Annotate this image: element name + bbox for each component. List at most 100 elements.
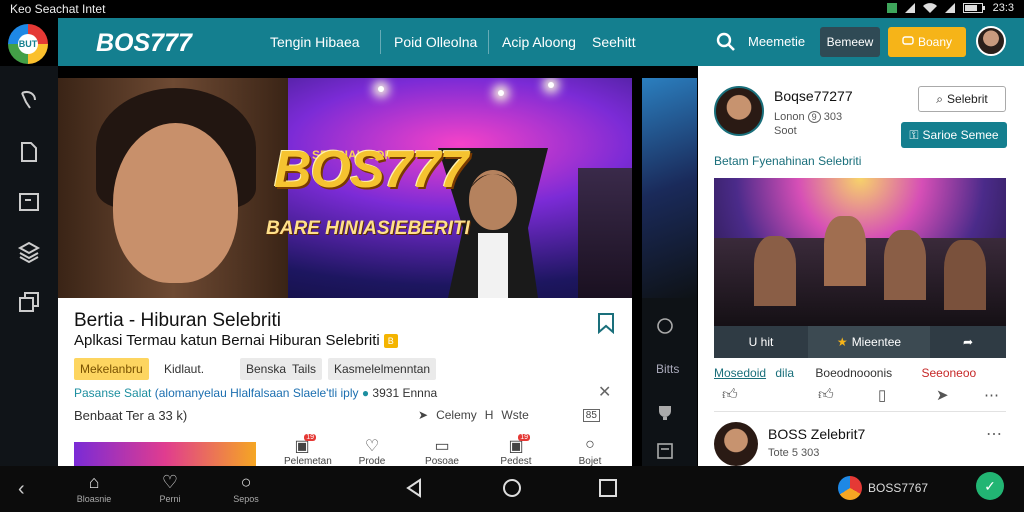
brand-badge[interactable]: BOSS7767 bbox=[838, 476, 928, 500]
nav-divider bbox=[380, 30, 381, 54]
search-button[interactable]: ⌕ Selebrit bbox=[918, 86, 1006, 112]
tag-line: Pasanse Salat (alomanyelau Hlalfalsaan S… bbox=[74, 386, 437, 400]
tag-link[interactable]: Slaele'tli iply bbox=[293, 386, 359, 400]
system-home-icon[interactable] bbox=[502, 478, 522, 498]
hero-banner[interactable]: SPECIAL SOMAG BOS777 BARE HINIASIEBERITI bbox=[58, 78, 632, 298]
search-label[interactable]: Meemetie bbox=[748, 34, 805, 49]
chip-active[interactable]: Mekelanbru bbox=[74, 358, 149, 380]
person bbox=[944, 240, 986, 310]
tag-link[interactable]: dila bbox=[775, 366, 794, 380]
profile-meta-end: 303 bbox=[823, 111, 843, 123]
refresh-icon[interactable] bbox=[17, 88, 41, 112]
search-icon[interactable] bbox=[716, 32, 736, 52]
nav-home[interactable]: ⌂ Bloasnie bbox=[64, 472, 124, 504]
home-icon: ⌂ bbox=[88, 472, 100, 492]
globe-icon: ● bbox=[361, 386, 370, 400]
comment-icon[interactable] bbox=[656, 318, 674, 336]
battery-icon bbox=[962, 3, 985, 13]
system-back-icon[interactable] bbox=[404, 478, 424, 498]
tag-number: 3931 bbox=[372, 386, 400, 400]
chip[interactable]: Kasmelelmenntan bbox=[328, 358, 437, 380]
photo-action-mid-label: Mieentee bbox=[851, 335, 902, 349]
action-posoae[interactable]: ▭ Posoae bbox=[424, 436, 460, 467]
stage-light bbox=[498, 90, 504, 96]
document-icon: ▭ bbox=[434, 438, 450, 455]
more-icon[interactable]: ⋯ bbox=[984, 386, 999, 404]
action-badge: 19 bbox=[518, 434, 530, 441]
strip-photo bbox=[642, 78, 697, 298]
section-title: Betam Fyenahinan Selebriti bbox=[714, 154, 862, 168]
more-icon[interactable]: ⋯ bbox=[986, 424, 1002, 444]
action-prode[interactable]: ♡ Prode bbox=[354, 436, 390, 467]
status-bar: Keo Seachat Intet 23:3 bbox=[0, 0, 1024, 18]
card-meta: ➤ Celemy H Wste 85 bbox=[418, 408, 600, 422]
primary-button[interactable]: Boany bbox=[888, 27, 966, 57]
meta-badge: 85 bbox=[582, 408, 600, 422]
signal-icon bbox=[904, 3, 915, 13]
photo-action-left[interactable]: U hit bbox=[714, 326, 808, 358]
document-icon[interactable] bbox=[17, 140, 41, 164]
post-meta: Tote 5 303 bbox=[768, 447, 820, 459]
tag-link[interactable]: Seeoneoo bbox=[921, 366, 976, 380]
app-logo-icon[interactable]: BUT bbox=[8, 24, 48, 64]
nav-item-poid[interactable]: Poid Olleolna bbox=[394, 34, 477, 50]
hero-logo: BOS777 bbox=[274, 141, 468, 199]
post-author[interactable]: BOSS Zelebrit7 bbox=[768, 426, 865, 442]
nav-item-seehitt[interactable]: Seehitt bbox=[592, 34, 636, 50]
top-header: BOS777 Tengin Hibaea Poid Olleolna Acip … bbox=[58, 18, 1024, 66]
tag-link[interactable]: Boeodnooonis bbox=[815, 366, 892, 380]
share-icon[interactable]: ➦ bbox=[930, 326, 1006, 358]
action-bojet[interactable]: ○ Bojet bbox=[572, 436, 608, 467]
save-icon[interactable]: ▯ bbox=[878, 386, 886, 404]
secondary-button[interactable]: Bemeew bbox=[820, 27, 880, 57]
brand-title[interactable]: BOS777 bbox=[96, 29, 192, 58]
system-recents-icon[interactable] bbox=[598, 478, 618, 498]
chip[interactable]: Tails bbox=[286, 358, 323, 380]
share-icon[interactable]: ➤ bbox=[418, 408, 428, 422]
nav-item-tengin[interactable]: Tengin Hibaea bbox=[270, 34, 360, 50]
nav-item-acip[interactable]: Acip Aloong bbox=[502, 34, 576, 50]
bookmark-icon[interactable] bbox=[596, 312, 616, 334]
action-badge: 19 bbox=[304, 434, 316, 441]
circle-icon: ○ bbox=[240, 472, 252, 492]
avatar[interactable] bbox=[714, 86, 764, 136]
action-pelemetan[interactable]: ▣ 19 Pelemetan bbox=[284, 434, 332, 467]
action-pedest[interactable]: ▣ 19 Pedest bbox=[498, 434, 534, 467]
like-icon[interactable]: 👍︎ bbox=[722, 386, 738, 404]
brand-logo-icon bbox=[838, 476, 862, 500]
post-thumbnail[interactable] bbox=[74, 442, 256, 466]
wifi-icon bbox=[922, 3, 937, 13]
person bbox=[754, 236, 796, 306]
gallery-icon[interactable] bbox=[17, 290, 41, 314]
photo-action-bar: U hit ★ Mieentee ➦ bbox=[714, 326, 1006, 358]
chip[interactable]: Kidlaut. bbox=[158, 358, 211, 380]
meta-celemy: Celemy bbox=[436, 408, 477, 422]
nav-label: Sepos bbox=[233, 494, 259, 504]
avatar[interactable] bbox=[976, 26, 1006, 56]
concert-photo[interactable] bbox=[714, 178, 1006, 326]
comment-icon: ○ bbox=[585, 436, 595, 453]
nav-favorites[interactable]: ♡ Perni bbox=[140, 472, 200, 504]
tag-link[interactable]: Mosedoid bbox=[714, 366, 766, 380]
folder-icon[interactable] bbox=[17, 190, 41, 214]
layers-icon[interactable] bbox=[17, 240, 41, 264]
nav-circle[interactable]: ○ Sepos bbox=[216, 472, 276, 504]
primary-button-label: Boany bbox=[917, 35, 953, 49]
send-icon[interactable]: ➤ bbox=[936, 386, 949, 404]
close-icon[interactable]: ✕ bbox=[598, 382, 611, 402]
tag-mid[interactable]: (alomanyelau Hlalfalsaan bbox=[155, 386, 290, 400]
star-icon: ★ bbox=[836, 335, 848, 349]
like-icon[interactable]: 👍︎ bbox=[818, 386, 834, 404]
person bbox=[884, 230, 926, 300]
chat-icon bbox=[902, 36, 914, 45]
back-icon[interactable]: ‹ bbox=[18, 478, 25, 501]
list-icon[interactable] bbox=[656, 442, 674, 460]
avatar[interactable] bbox=[714, 422, 758, 466]
chat-icon[interactable]: ✓ bbox=[976, 472, 1004, 500]
follow-button[interactable]: ⚿ Sarioe Semee bbox=[901, 122, 1007, 148]
photo-action-mid[interactable]: ★ Mieentee bbox=[808, 326, 930, 358]
trophy-icon[interactable] bbox=[656, 404, 674, 422]
profile-name[interactable]: Boqse77277 bbox=[774, 88, 853, 104]
status-time: 23:3 bbox=[992, 2, 1014, 14]
signal-bars-icon bbox=[944, 3, 955, 13]
